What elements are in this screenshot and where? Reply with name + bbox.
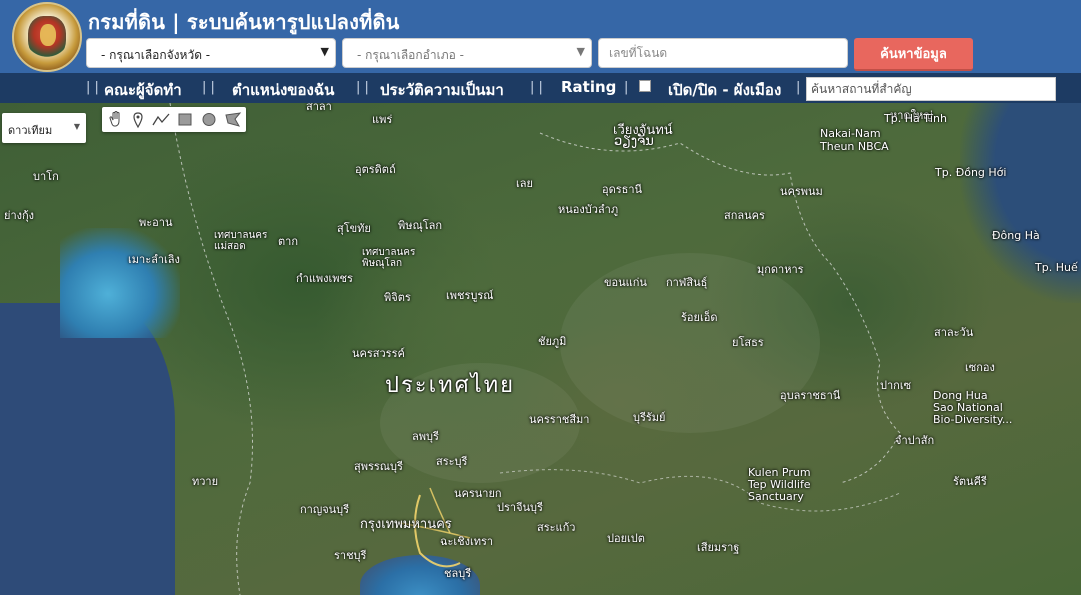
hand-icon[interactable] [104,109,126,130]
province-select[interactable]: - กรุณาเลือกจังหวัด - ▼ [86,38,336,68]
map-label: สุพรรณบุรี [354,460,403,473]
map-label: พะอาน [139,216,173,229]
map-label: เสียมราฐ [697,541,740,554]
map-label: มุกดาหาร [757,263,804,276]
map-label: เมาะลำเลิง [128,253,180,266]
district-select-value: - กรุณาเลือกอำเภอ - [357,48,464,62]
app-title: กรมที่ดิน | ระบบค้นหารูปแปลงที่ดิน [88,10,400,34]
nav-separator: | [624,80,629,95]
map-label: ยโสธร [732,336,764,349]
map-label: อุบลราชธานี [780,389,841,402]
map-label: นครราชสีมา [529,413,590,426]
map-label: Nakai-Nam Theun NBCA [820,127,889,153]
rectangle-icon[interactable] [174,109,196,130]
nav-separator: | [796,80,801,95]
map-label: อุดรธานี [602,183,643,196]
map-label: รัตนคีรี [953,475,987,488]
marker-icon[interactable] [127,109,149,130]
map-label: เลย [516,177,533,190]
map-label: เทศบาลนคร พิษณุโลก [362,247,416,269]
map-label: พิษณุโลก [398,219,443,232]
map-label: นครพนม [780,185,823,198]
map-label: กำแพงเพชร [296,272,353,285]
draw-toolbar [102,107,246,132]
map-label: สุโขทัย [337,222,371,235]
city-plan-checkbox[interactable] [639,80,651,92]
map-label: Dong Hua Sao National Bio-Diversity... [933,389,1013,426]
map-label: สกลนคร [724,209,765,222]
map-label: แพร่ [372,113,393,126]
map-label: ร้อยเอ็ด [681,311,718,324]
dropdown-arrow-icon: ▼ [576,45,585,58]
map-label: สระบุรี [436,455,468,468]
map-label: Tp. Hà Tĩnh [884,112,947,125]
map-label: นครนายก [454,487,502,500]
map-label: สาลา [306,103,332,113]
nav-item-history[interactable]: ประวัติความเป็นมา [380,78,504,102]
province-select-value: - กรุณาเลือกจังหวัด - [101,48,211,62]
map-label: ปราจีนบุรี [497,501,543,514]
circle-icon[interactable] [198,109,220,130]
land-department-logo [12,2,82,72]
nav-separator: | | [356,80,369,95]
map-label: บุรีรัมย์ [633,411,666,424]
map-label: กาญจนบุรี [300,503,350,516]
map-canvas[interactable]: สาลา แพร่ อุตรดิตถ์ เวียงจันทน์ ວຽງຈັນ เ… [0,103,1081,595]
map-label: ตาก [278,235,298,248]
dropdown-arrow-icon: ▼ [73,122,80,131]
map-label: เพชรบูรณ์ [446,289,494,302]
nav-item-city-plan-toggle[interactable]: เปิด/ปิด - ผังเมือง [668,78,781,102]
map-label: เซกอง [965,361,995,374]
map-label: Tp. Huế [1035,261,1078,274]
map-label: ทวาย [192,475,219,488]
map-label: ชัยภูมิ [538,335,567,348]
map-type-select[interactable]: ดาวเทียม ▼ [2,113,86,143]
map-label: ວຽງຈັນ [614,134,654,149]
map-label: ชลบุรี [444,567,472,580]
map-label: สระแก้ว [537,521,576,534]
map-label: พิจิตร [384,291,411,304]
map-label-country: ประเทศไทย [385,373,516,398]
nav-separator: | | [530,80,543,95]
nav-item-team[interactable]: คณะผู้จัดทำ [104,78,182,102]
map-label: ขอนแก่น [604,276,647,289]
nav-separator: | | [86,80,99,95]
map-label: ราชบุรี [334,549,367,562]
map-label: ปอยเปต [607,532,645,545]
map-label: Kulen Prum Tep Wildlife Sanctuary [748,466,811,503]
map-label: บาโก [33,170,59,183]
map-label: Đông Hà [992,229,1040,242]
map-label: นครสวรรค์ [352,347,405,360]
polyline-icon[interactable] [150,109,172,130]
map-label: ฉะเชิงเทรา [440,535,494,548]
map-label: กาฬสินธุ์ [666,276,708,289]
map-label: จำปาสัก [895,434,935,447]
map-label: สาละวัน [934,326,974,339]
map-label: หนองบัวลำภู [558,203,619,216]
header-bar: กรมที่ดิน | ระบบค้นหารูปแปลงที่ดิน - กรุ… [0,0,1081,73]
deed-number-input[interactable] [598,38,848,68]
map-label: ปากเซ [880,379,912,392]
search-button[interactable]: ค้นหาข้อมูล [854,38,973,71]
place-search-input[interactable] [806,77,1056,101]
map-label-bangkok: กรุงเทพมหานคร [360,517,452,532]
polygon-icon[interactable] [222,109,244,130]
nav-separator: | | [202,80,215,95]
map-label: Tp. Đồng Hới [935,166,1007,179]
district-select[interactable]: - กรุณาเลือกอำเภอ - ▼ [342,38,592,68]
map-label: ลพบุรี [412,430,439,443]
map-label: เทศบาลนคร แม่สอด [214,230,268,252]
dropdown-arrow-icon: ▼ [320,45,329,58]
map-type-value: ดาวเทียม [8,124,53,137]
nav-item-rating[interactable]: Rating [561,78,616,96]
map-label: ย่างกุ้ง [4,209,35,222]
map-label: อุตรดิตถ์ [355,163,396,176]
nav-item-my-location[interactable]: ตำแหน่งของฉัน [232,78,334,102]
